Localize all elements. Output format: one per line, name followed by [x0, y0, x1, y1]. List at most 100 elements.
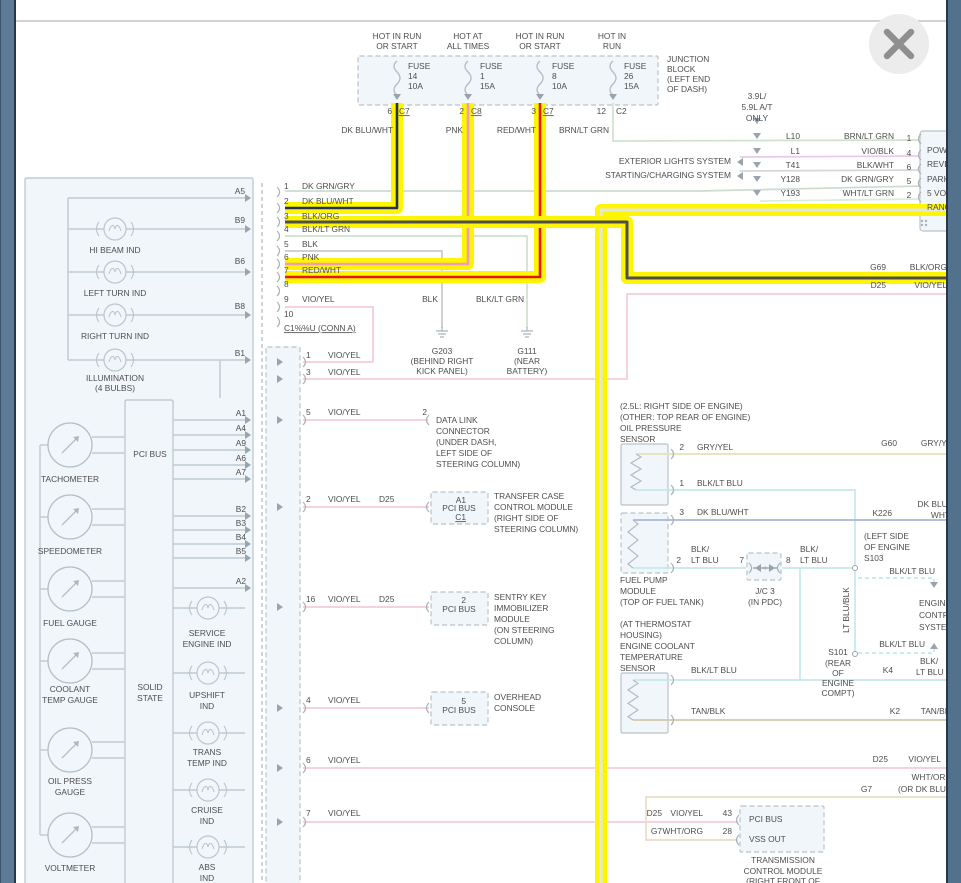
wire-label: (BEHIND RIGHT — [411, 356, 474, 366]
wire-label: PCI BUS — [442, 705, 476, 715]
pin-bracket — [277, 203, 280, 213]
wire-label: (2.5L: RIGHT SIDE OF ENGINE) — [620, 401, 743, 411]
wire-core — [285, 103, 397, 208]
wire-label: OR START — [519, 41, 561, 51]
wire-label: (AT THERMOSTAT — [620, 619, 691, 629]
wire-label: SOLID — [137, 682, 162, 692]
boxes-layer — [25, 56, 961, 883]
wire-label: BATTERY) — [507, 366, 548, 376]
wire-label: 8 — [284, 279, 289, 289]
wire-label: G69 — [870, 262, 886, 272]
wire-label: C1%%U (CONN A) — [284, 323, 356, 333]
wire-label: WHT/LT GRN — [843, 188, 894, 198]
wire-label: STEERING COLUMN) — [494, 524, 578, 534]
wire-label: A7 — [236, 467, 247, 477]
arrow-icon — [753, 162, 761, 168]
wire-label: D25 — [871, 280, 887, 290]
wire-label: 4 — [284, 224, 289, 234]
wire-label: B6 — [235, 256, 246, 266]
ground-icon — [436, 327, 448, 337]
close-icon — [882, 27, 916, 61]
wire — [285, 186, 921, 191]
wire-label: BLK/ — [920, 656, 939, 666]
wire-label: 2 — [284, 196, 289, 206]
dot-icon — [921, 220, 923, 222]
wire-label: (RIGHT FRONT OF — [746, 876, 820, 883]
wire-label: RIGHT TURN IND — [81, 331, 149, 341]
wire-label: L1 — [791, 146, 801, 156]
wire-label: 2 — [422, 407, 427, 417]
wire-label: BLK — [302, 239, 318, 249]
wire-label: G7 — [651, 826, 663, 836]
wire-label: OF DASH) — [667, 84, 707, 94]
wire-label: 5.9L A/T — [742, 102, 773, 112]
wire-label: BLK/LT GRN — [476, 294, 524, 304]
scrollbar-right[interactable] — [946, 0, 961, 883]
wire-label: BRN/LT GRN — [844, 131, 894, 141]
wire-label: ENGINE IND — [183, 639, 232, 649]
wire-label: TEMPERATURE — [620, 652, 683, 662]
wire-label: (LEFT END — [667, 74, 710, 84]
wire-label: DK BLU/WHT — [697, 507, 749, 517]
wire-label: G203 — [432, 346, 453, 356]
wire-label: 7 — [284, 265, 289, 275]
wire-label: CRUISE — [191, 805, 223, 815]
wire-label: HOUSING) — [620, 630, 662, 640]
wire-label: (LEFT SIDE — [864, 531, 909, 541]
wire-label: IMMOBILIZER — [494, 603, 548, 613]
arrow-icon — [737, 158, 743, 166]
wire-label: 2 — [676, 555, 681, 565]
wire-label: D25 — [379, 594, 395, 604]
close-button[interactable] — [869, 14, 929, 74]
wire-label: GRY/YEL — [697, 442, 733, 452]
wire-label: (OR DK BLU — [898, 784, 946, 794]
wire-label: 43 — [723, 808, 733, 818]
wire-label: Y193 — [780, 188, 800, 198]
wire-label: STEERING COLUMN) — [436, 459, 520, 469]
wire-label: COMPT) — [821, 688, 854, 698]
wire-label: B4 — [236, 532, 247, 542]
wire-label: T41 — [786, 160, 801, 170]
wiring-diagram-viewer: HOT IN RUNOR STARTHOT ATALL TIMESHOT IN … — [0, 0, 961, 883]
wire-label: VIO/YEL — [328, 350, 361, 360]
wire-label: J/C 3 — [755, 586, 775, 596]
wire-label: 6 — [907, 162, 912, 172]
wire-label: OVERHEAD — [494, 692, 541, 702]
wire-label: PCI BUS — [442, 503, 476, 513]
wire-label: B5 — [236, 546, 247, 556]
wire-label: BLK/LT BLU — [879, 639, 925, 649]
wire-label: 6 — [387, 106, 392, 116]
wire-label: 2 — [907, 190, 912, 200]
wire-label: BLK/LT BLU — [889, 566, 935, 576]
wire-label: IND — [200, 701, 214, 711]
wire-label: SENTRY KEY — [494, 592, 547, 602]
pin-bracket — [277, 259, 280, 269]
wire-label: RED/WHT — [497, 125, 536, 135]
splice-node — [853, 566, 858, 571]
wire-label: FUSE — [408, 61, 431, 71]
wire-label: (REAR — [825, 658, 851, 668]
wire-label: 5 — [284, 239, 289, 249]
pin-bracket — [277, 231, 280, 241]
wire-label: (IN PDC) — [748, 597, 782, 607]
wire-label: BLK/ORG — [302, 211, 339, 221]
wire-label: CONSOLE — [494, 703, 535, 713]
scrollbar-left[interactable] — [0, 0, 16, 883]
wire-label: BLK/LT GRN — [302, 224, 350, 234]
wire-label: G111 — [517, 346, 537, 356]
arrow-icon — [930, 582, 938, 588]
wire-label: BRN/LT GRN — [559, 125, 609, 135]
wire-label: 1 — [907, 133, 912, 143]
wire-label: 3 — [679, 507, 684, 517]
wire-label: COLUMN) — [494, 636, 533, 646]
wire-label: BLK/LT BLU — [691, 665, 737, 675]
wire-label: VIO/YEL — [670, 808, 703, 818]
wire-label: ONLY — [746, 113, 769, 123]
wire-label: 8 — [786, 555, 791, 565]
wire-label: K4 — [883, 665, 894, 675]
wire-label: D25 — [379, 494, 395, 504]
wire-label: B9 — [235, 215, 246, 225]
wire-label: RUN — [603, 41, 621, 51]
wire-label: MODULE — [620, 586, 656, 596]
wire-label: (NEAR — [514, 356, 540, 366]
